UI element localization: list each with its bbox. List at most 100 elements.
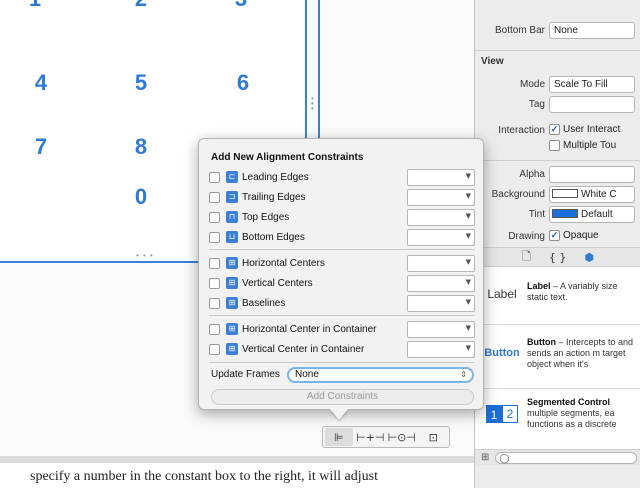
bottom-edges-checkbox[interactable] [209, 231, 220, 243]
library-filter-bar: ⊞ ◯ [475, 449, 640, 465]
constant-combo[interactable]: ▼ [407, 254, 475, 272]
library-item-label[interactable]: Label Label – A variably size static tex… [475, 267, 640, 325]
leading-edges-icon: ⊏ [226, 171, 238, 183]
library-item-button[interactable]: Button Button – Intercepts to and sends … [475, 325, 640, 389]
digit-label[interactable]: 4 [26, 70, 56, 96]
trailing-edges-checkbox[interactable] [209, 191, 220, 203]
tag-label: Tag [528, 98, 545, 110]
digit-label[interactable]: 1 [20, 0, 50, 12]
resizing-behavior-button[interactable]: ⊡ [419, 428, 447, 446]
constant-combo[interactable]: ▼ [407, 320, 475, 338]
top-edges-icon: ⊓ [226, 211, 238, 223]
constraint-label: Baselines [242, 297, 286, 309]
multiple-touch-row: Multiple Tou [475, 136, 640, 156]
mode-select[interactable]: Scale To Fill [549, 75, 635, 93]
view-section-title: View [481, 56, 504, 67]
file-template-library-tab[interactable]: 🗋 [522, 248, 531, 267]
bottom-bar-select[interactable]: None [549, 21, 635, 39]
library-tab-bar: 🗋 { } ⬢ [475, 247, 640, 267]
constant-combo[interactable]: ▼ [407, 294, 475, 312]
group-divider [209, 315, 475, 316]
update-frames-select[interactable]: None ⇕ [287, 367, 474, 383]
constraint-row-vertical-center-in-container: ⊞ Vertical Center in Container ▼ [209, 340, 475, 358]
group-divider [209, 362, 475, 363]
horizontal-centers-icon: ⊞ [226, 257, 238, 269]
horizontal-center-in-container-icon: ⊞ [226, 323, 238, 335]
tint-row: Tint Default [475, 204, 640, 224]
chevron-down-icon: ▼ [465, 171, 471, 180]
constant-combo[interactable]: ▼ [407, 340, 475, 358]
chevron-down-icon: ▼ [465, 277, 471, 286]
chevron-down-icon: ▼ [465, 297, 471, 306]
tag-field[interactable] [549, 95, 635, 113]
top-edges-checkbox[interactable] [209, 211, 220, 223]
vertical-center-in-container-icon: ⊞ [226, 343, 238, 355]
align-button[interactable]: ⊫ [324, 428, 353, 446]
baselines-icon: ⊞ [226, 297, 238, 309]
background-color-select[interactable]: White C [549, 185, 635, 203]
horizontal-center-in-container-checkbox[interactable] [209, 323, 220, 335]
digit-label[interactable]: 5 [126, 70, 156, 96]
horizontal-centers-checkbox[interactable] [209, 257, 220, 269]
pin-button[interactable]: ⊢+⊣ [356, 428, 384, 446]
library-item-description: multiple segments, ea functions as a dis… [527, 408, 617, 429]
interaction-label: Interaction [498, 124, 545, 136]
constant-combo[interactable]: ▼ [407, 228, 475, 246]
constraint-label: Bottom Edges [242, 231, 305, 243]
drawing-label: Drawing [508, 230, 545, 242]
code-snippet-library-tab[interactable]: { } [549, 251, 567, 264]
color-swatch-icon [552, 209, 578, 219]
alpha-field[interactable] [549, 165, 635, 183]
constraint-label: Leading Edges [242, 171, 309, 183]
constraint-label: Vertical Center in Container [242, 343, 365, 355]
vertical-center-in-container-checkbox[interactable] [209, 343, 220, 355]
constant-combo[interactable]: ▼ [407, 208, 475, 226]
constant-combo[interactable]: ▼ [407, 188, 475, 206]
library-item-title: Segmented Control [527, 397, 611, 407]
resolve-issues-button[interactable]: ⊢⊙⊣ [388, 428, 416, 446]
constant-combo[interactable]: ▼ [407, 168, 475, 186]
group-divider [209, 249, 475, 250]
digit-label[interactable]: 3 [226, 0, 256, 12]
bottom-edges-icon: ⊔ [226, 231, 238, 243]
resize-grip-horizontal[interactable]: • • • [136, 251, 154, 260]
library-item-segmented-control[interactable]: 12 Segmented Control multiple segments, … [475, 389, 640, 449]
chevron-down-icon: ▼ [465, 343, 471, 352]
tint-color-select[interactable]: Default [549, 205, 635, 223]
constant-combo[interactable]: ▼ [407, 274, 475, 292]
horizontal-scrollbar[interactable] [0, 456, 474, 463]
constraint-row-top-edges: ⊓ Top Edges ▼ [209, 208, 475, 226]
chevron-down-icon: ▼ [465, 211, 471, 220]
section-divider [475, 50, 640, 51]
digit-label[interactable]: 2 [126, 0, 156, 12]
chevron-down-icon: ▼ [465, 257, 471, 266]
mode-row: Mode Scale To Fill [475, 74, 640, 94]
multiple-touch-checkbox[interactable]: Multiple Tou [549, 140, 616, 152]
opaque-checkbox[interactable]: ✓ Opaque [549, 230, 599, 242]
color-swatch-icon [552, 189, 578, 199]
drawing-row: Drawing ✓ Opaque [475, 226, 640, 246]
digit-label[interactable]: 6 [228, 70, 258, 96]
object-library-tab[interactable]: ⬢ [584, 251, 594, 264]
vertical-centers-checkbox[interactable] [209, 277, 220, 289]
baselines-checkbox[interactable] [209, 297, 220, 309]
digit-label[interactable]: 7 [26, 134, 56, 160]
update-frames-label: Update Frames [211, 369, 280, 380]
constraint-label: Vertical Centers [242, 277, 313, 289]
library-filter-input[interactable]: ◯ [495, 451, 637, 464]
library-item-title: Button [527, 337, 556, 347]
digit-label[interactable]: 8 [126, 134, 156, 160]
selection-guide-vertical [318, 0, 320, 142]
constraint-row-leading-edges: ⊏ Leading Edges ▼ [209, 168, 475, 186]
vertical-centers-icon: ⊞ [226, 277, 238, 289]
user-interaction-checkbox[interactable]: ✓ User Interact [549, 124, 620, 136]
add-constraints-button[interactable]: Add Constraints [211, 389, 474, 405]
mode-label: Mode [519, 78, 545, 90]
chevron-updown-icon: ⇕ [460, 370, 467, 379]
leading-edges-checkbox[interactable] [209, 171, 220, 183]
resize-grip-vertical[interactable]: • • • [311, 95, 314, 113]
tag-row: Tag [475, 94, 640, 114]
grid-view-icon[interactable]: ⊞ [481, 452, 489, 463]
constraint-label: Top Edges [242, 211, 290, 223]
digit-label[interactable]: 0 [126, 184, 156, 210]
